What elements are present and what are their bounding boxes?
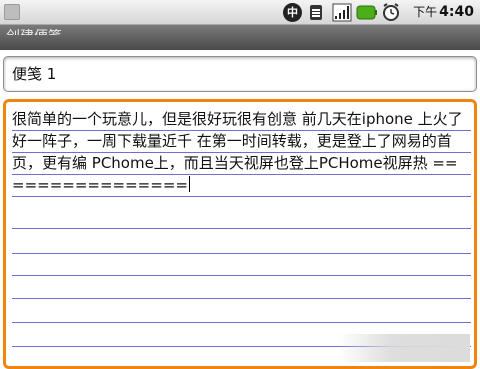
rule-line <box>12 228 471 229</box>
rule-line <box>12 298 471 299</box>
blurred-overlay <box>338 334 470 362</box>
note-title-input[interactable]: 便笺 1 <box>3 56 477 92</box>
notification-icon[interactable] <box>4 4 20 20</box>
note-body-editor[interactable]: 很简单的一个玩意儿，但是很好玩很有创意 前几天在iphone 上火了好一阵子，一… <box>3 99 477 369</box>
status-bar: 中 下午 4:40 <box>0 0 480 25</box>
clock-time: 4:40 <box>439 4 474 20</box>
note-editor: 便笺 1 很简单的一个玩意儿，但是很好玩很有创意 前几天在iphone 上火了好… <box>0 50 480 369</box>
signal-icon <box>310 5 322 20</box>
battery-icon <box>356 5 377 20</box>
rule-line <box>12 196 471 197</box>
rule-line <box>12 322 471 323</box>
rule-line <box>12 253 471 254</box>
china-mobile-icon: 中 <box>283 3 302 22</box>
rule-line <box>12 275 471 276</box>
signal-bars-icon <box>332 3 352 22</box>
note-body-content: 很简单的一个玩意儿，但是很好玩很有创意 前几天在iphone 上火了好一阵子，一… <box>12 110 463 194</box>
alarm-icon <box>383 3 399 21</box>
note-body-text: 很简单的一个玩意儿，但是很好玩很有创意 前几天在iphone 上火了好一阵子，一… <box>12 108 470 196</box>
page-title: 创建便笺 <box>6 29 62 45</box>
clock: 下午 4:40 <box>413 0 474 25</box>
text-cursor <box>188 176 190 192</box>
title-bar: 创建便笺 <box>0 25 480 50</box>
clock-ampm: 下午 <box>413 5 438 19</box>
